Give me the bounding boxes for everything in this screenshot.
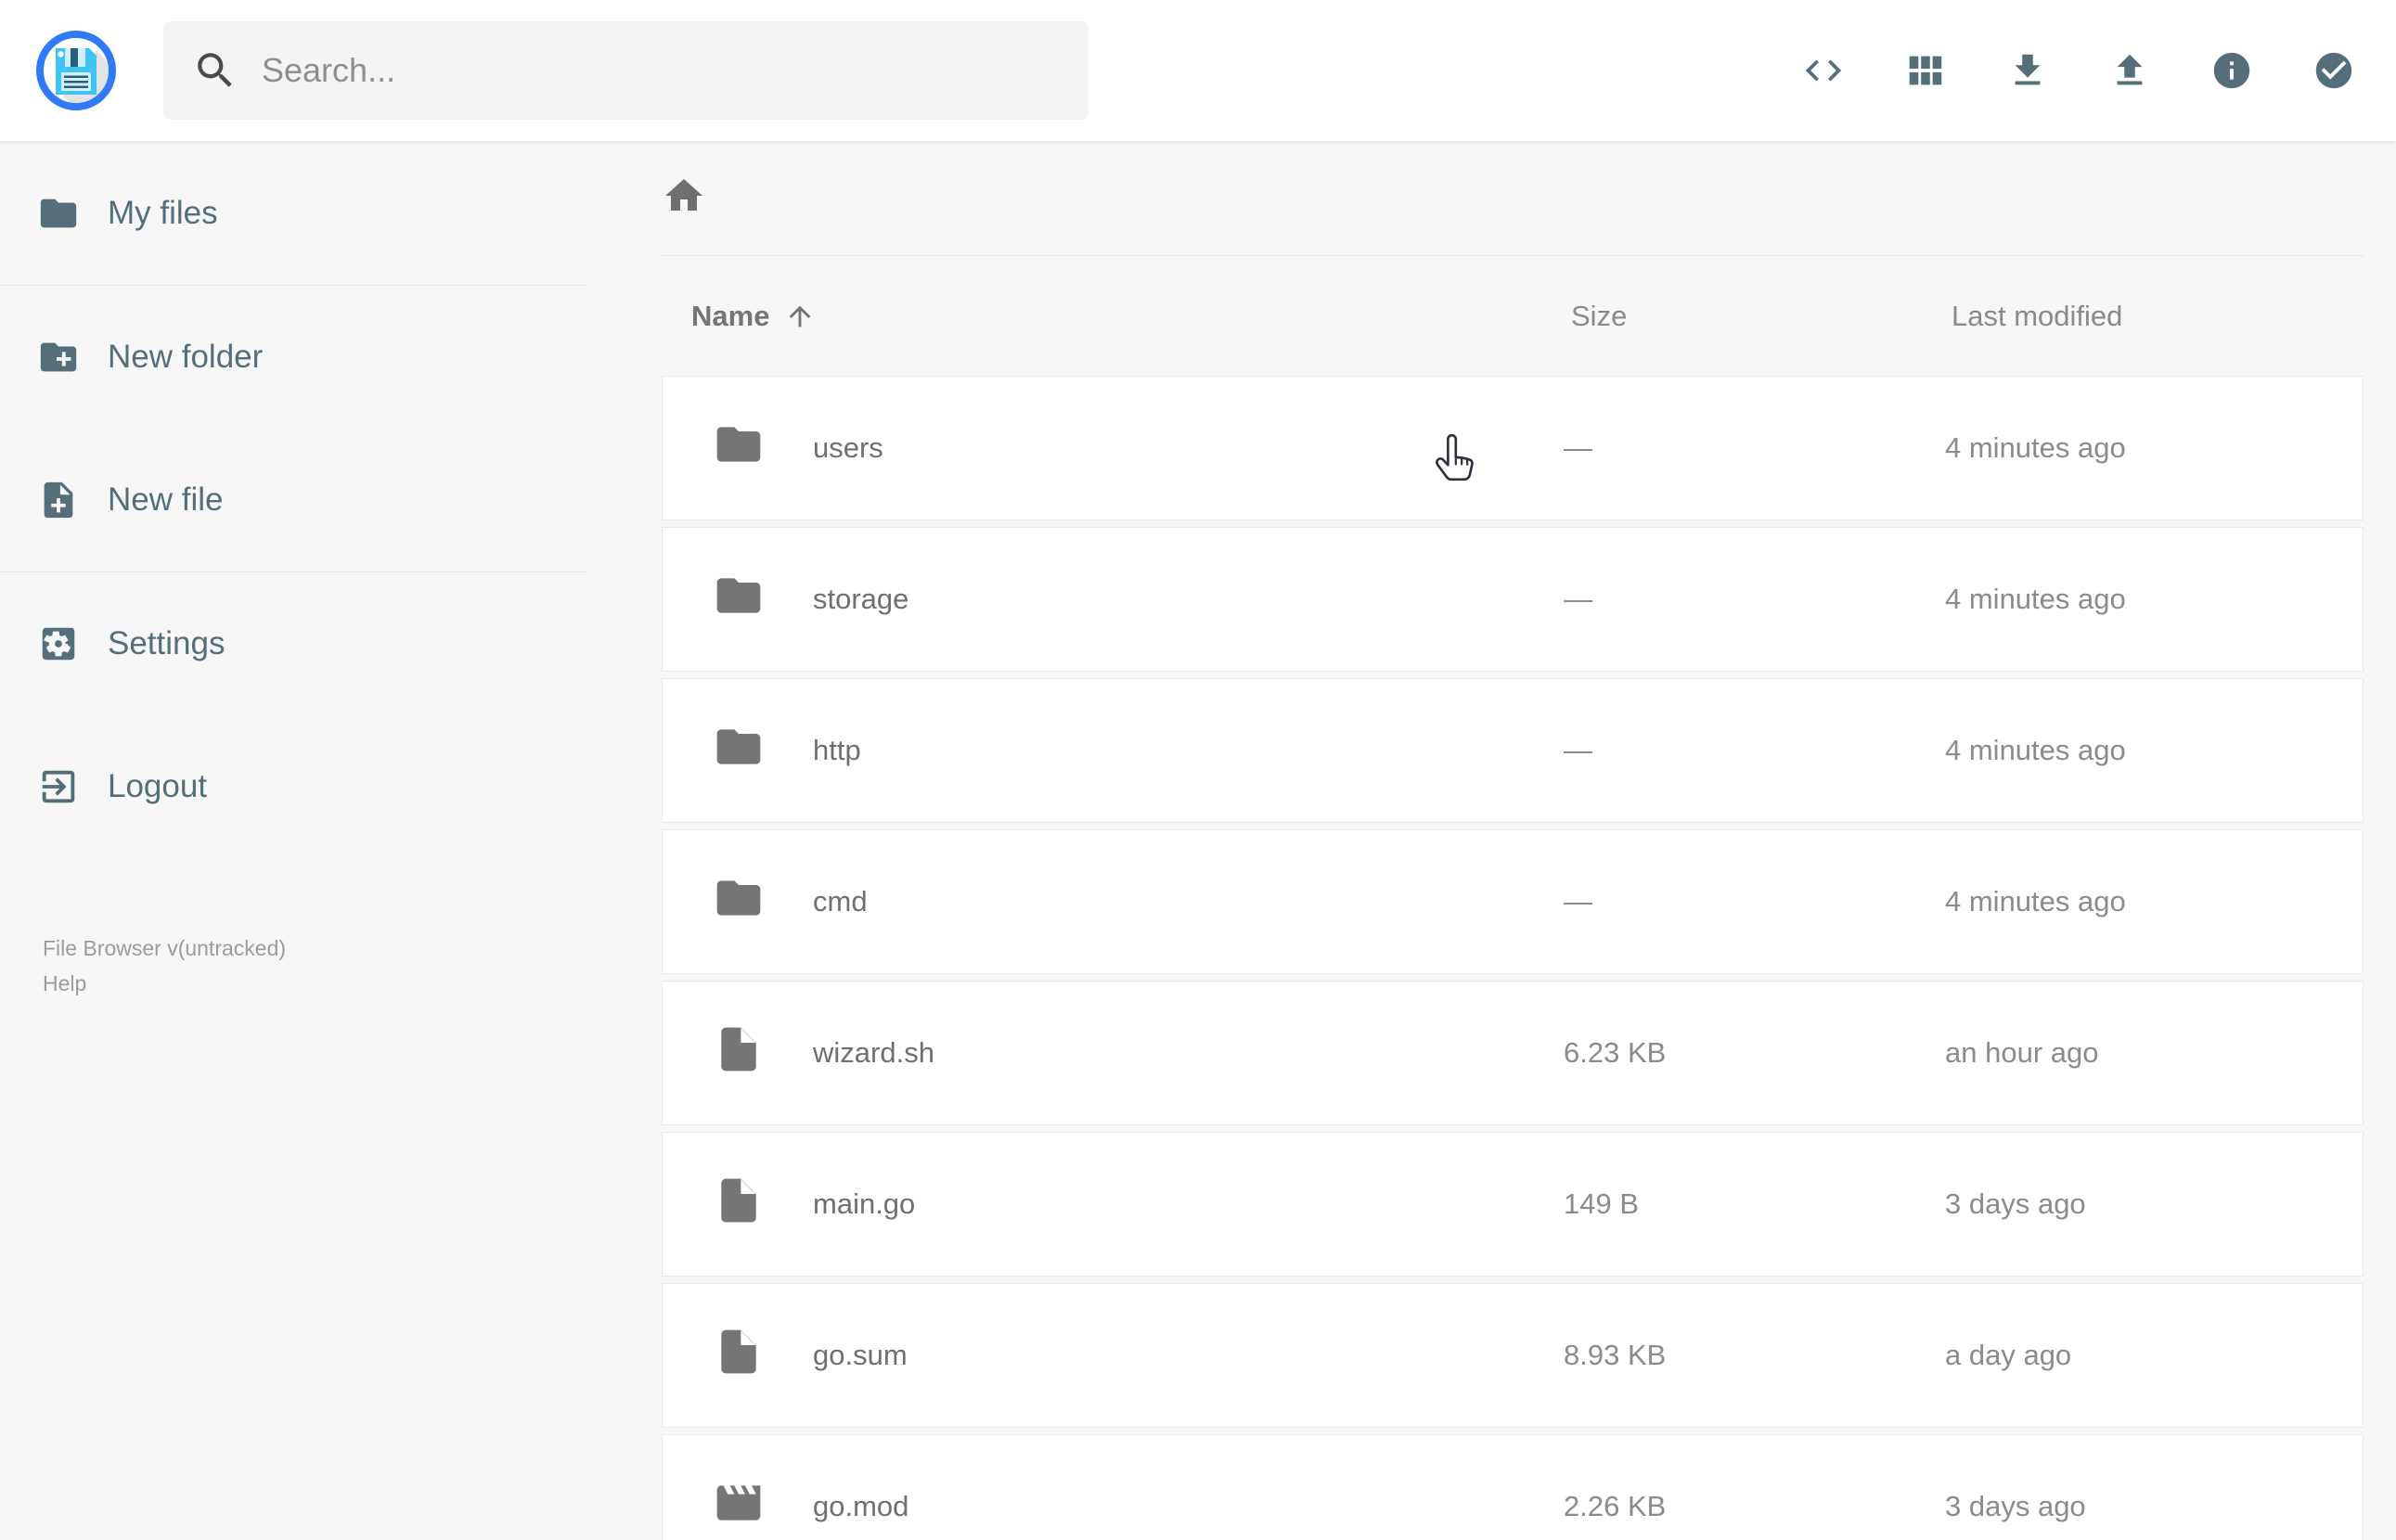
- file-row[interactable]: storage — 4 minutes ago: [662, 527, 2364, 672]
- file-browser-logo-icon: [36, 31, 116, 110]
- file-name: cmd: [813, 885, 868, 918]
- column-header-name[interactable]: Name: [662, 300, 1564, 333]
- file-modified: 3 days ago: [1945, 1187, 2086, 1220]
- file-row[interactable]: wizard.sh 6.23 KB an hour ago: [662, 981, 2364, 1125]
- folder-icon: [37, 192, 80, 235]
- search-icon: [192, 47, 238, 94]
- file-icon: [713, 1023, 765, 1075]
- file-icon: [713, 1326, 765, 1378]
- file-name: go.sum: [813, 1339, 908, 1371]
- sidebar-item-new-file[interactable]: New file: [0, 429, 587, 571]
- sidebar-item-label: My files: [108, 195, 218, 231]
- column-header-size[interactable]: Size: [1564, 300, 1945, 333]
- code-icon: [1802, 49, 1845, 92]
- logout-icon: [37, 765, 80, 808]
- file-modified: 3 days ago: [1945, 1490, 2086, 1522]
- search-bar[interactable]: Search...: [163, 21, 1089, 120]
- switch-view-button[interactable]: [1904, 49, 1947, 92]
- page-body: My files New folder New file Settings Lo…: [0, 141, 2396, 1540]
- search-placeholder: Search...: [262, 51, 396, 89]
- file-name: go.mod: [813, 1490, 909, 1522]
- folder-icon: [713, 721, 765, 773]
- file-icon: [713, 1174, 765, 1226]
- actions-toolbar: [1802, 49, 2396, 92]
- file-row[interactable]: go.mod 2.26 KB 3 days ago: [662, 1434, 2364, 1540]
- file-row[interactable]: users — 4 minutes ago: [662, 376, 2364, 520]
- version-text: File Browser v(untracked): [43, 936, 287, 960]
- file-modified: 4 minutes ago: [1945, 734, 2126, 766]
- sidebar-item-settings[interactable]: Settings: [0, 572, 587, 715]
- select-multiple-button[interactable]: [2312, 49, 2355, 92]
- folder-icon: [713, 418, 765, 470]
- download-icon: [2006, 49, 2049, 92]
- file-name: main.go: [813, 1187, 916, 1220]
- home-button[interactable]: [662, 173, 706, 218]
- sidebar-item-label: New folder: [108, 339, 264, 375]
- home-icon: [662, 173, 706, 218]
- info-button[interactable]: [2210, 49, 2253, 92]
- settings-icon: [37, 622, 80, 665]
- download-button[interactable]: [2006, 49, 2049, 92]
- sidebar-item-label: New file: [108, 481, 224, 518]
- grid-icon: [1904, 49, 1947, 92]
- open-file-editor-button[interactable]: [1802, 49, 1845, 92]
- file-row[interactable]: cmd — 4 minutes ago: [662, 829, 2364, 974]
- file-listing: Name Size Last modified users — 4 minute…: [587, 141, 2396, 1540]
- info-icon: [2210, 49, 2253, 92]
- sidebar-item-new-folder[interactable]: New folder: [0, 286, 587, 429]
- file-modified: 4 minutes ago: [1945, 431, 2126, 464]
- sidebar-item-my-files[interactable]: My files: [0, 142, 587, 285]
- folder-icon: [713, 570, 765, 622]
- file-browser-app: Search... My files New folder New file S…: [0, 0, 2396, 1540]
- file-list: users — 4 minutes ago storage — 4 minute…: [662, 376, 2364, 1540]
- sidebar: My files New folder New file Settings Lo…: [0, 141, 587, 1540]
- new-folder-icon: [37, 336, 80, 379]
- file-size: —: [1564, 734, 1592, 766]
- column-header-modified[interactable]: Last modified: [1945, 300, 2364, 333]
- file-modified: an hour ago: [1945, 1036, 2099, 1069]
- movie-icon: [713, 1477, 765, 1529]
- file-size: 8.93 KB: [1564, 1339, 1667, 1371]
- table-header: Name Size Last modified: [662, 256, 2364, 376]
- file-modified: a day ago: [1945, 1339, 2072, 1371]
- file-name: wizard.sh: [813, 1036, 934, 1069]
- file-size: 6.23 KB: [1564, 1036, 1667, 1069]
- file-row[interactable]: go.sum 8.93 KB a day ago: [662, 1283, 2364, 1428]
- file-size: 2.26 KB: [1564, 1490, 1667, 1522]
- upload-icon: [2108, 49, 2151, 92]
- sort-ascending-icon: [784, 301, 816, 332]
- header: Search...: [0, 0, 2396, 141]
- file-row[interactable]: http — 4 minutes ago: [662, 678, 2364, 823]
- sidebar-item-label: Logout: [108, 768, 208, 804]
- file-name: users: [813, 431, 883, 464]
- file-size: 149 B: [1564, 1187, 1640, 1220]
- help-link[interactable]: Help: [43, 966, 86, 1001]
- folder-icon: [713, 872, 765, 924]
- file-name: storage: [813, 583, 909, 615]
- file-modified: 4 minutes ago: [1945, 583, 2126, 615]
- file-size: —: [1564, 885, 1592, 918]
- logo-button[interactable]: [32, 26, 121, 115]
- upload-button[interactable]: [2108, 49, 2151, 92]
- file-size: —: [1564, 583, 1592, 615]
- file-row[interactable]: main.go 149 B 3 days ago: [662, 1132, 2364, 1277]
- sidebar-footer: File Browser v(untracked) Help: [0, 930, 587, 1001]
- file-size: —: [1564, 431, 1592, 464]
- sidebar-item-label: Settings: [108, 625, 225, 661]
- sidebar-item-logout[interactable]: Logout: [0, 715, 587, 858]
- file-modified: 4 minutes ago: [1945, 885, 2126, 918]
- new-file-icon: [37, 479, 80, 521]
- check-circle-icon: [2312, 49, 2355, 92]
- breadcrumb: [662, 141, 2364, 255]
- file-name: http: [813, 734, 861, 766]
